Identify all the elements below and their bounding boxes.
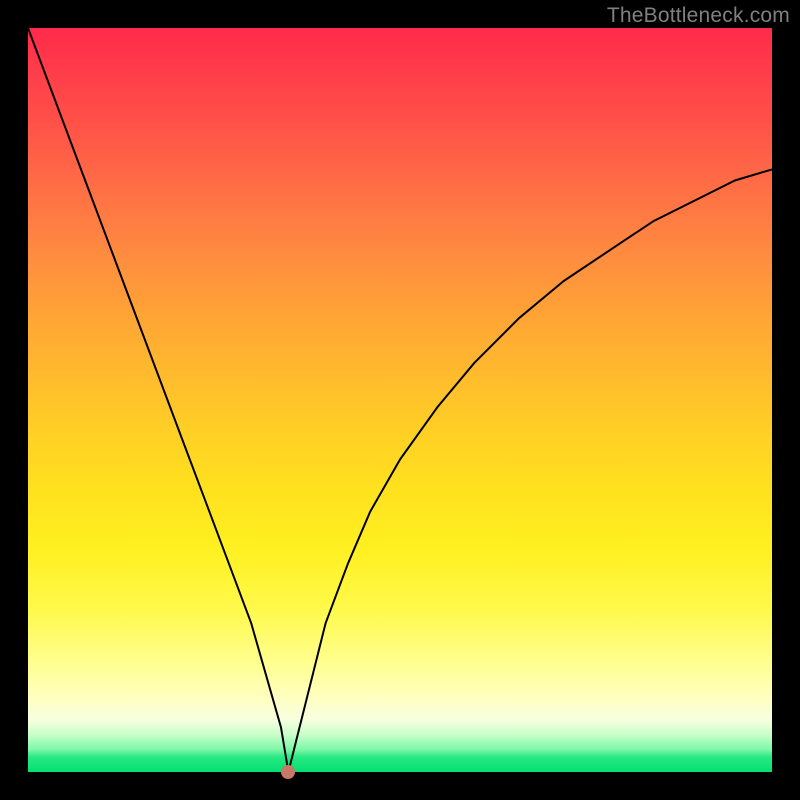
watermark-text: TheBottleneck.com xyxy=(607,4,790,28)
chart-frame: TheBottleneck.com xyxy=(0,0,800,800)
plot-area xyxy=(28,28,772,772)
minimum-dot xyxy=(281,765,295,779)
bottleneck-curve xyxy=(28,28,772,772)
curve-path xyxy=(28,28,772,772)
